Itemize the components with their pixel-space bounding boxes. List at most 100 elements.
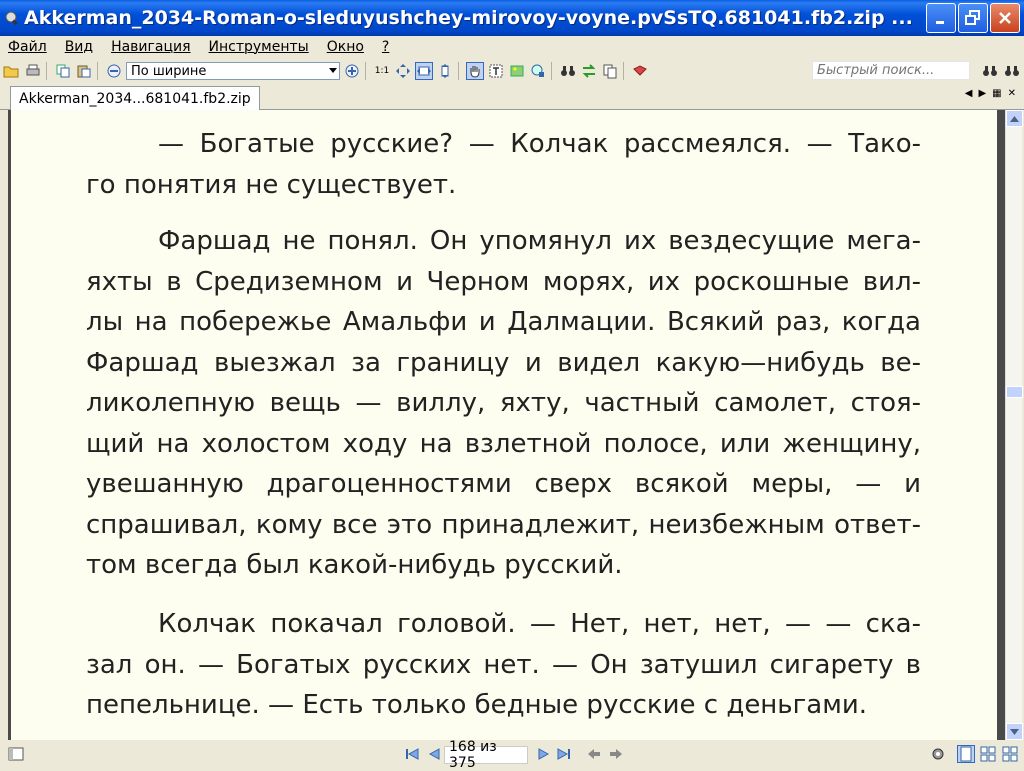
menu-view[interactable]: Вид xyxy=(65,39,93,55)
tab-list-icon[interactable]: ▦ xyxy=(992,88,1001,99)
text-line: увешанную драгоценностями сверх всякой м… xyxy=(86,469,921,499)
tab-controls: ◀ ▶ ▦ ✕ xyxy=(965,88,1016,99)
scroll-down-button[interactable] xyxy=(1006,723,1023,740)
pages-button[interactable] xyxy=(601,62,619,80)
zoom-select[interactable]: По ширине xyxy=(126,62,340,80)
text-line: спрашивал, кому все это принадлежит, неи… xyxy=(86,509,921,540)
document-viewer[interactable]: — Богатые русские? — Колчак рассмеялся. … xyxy=(8,110,1023,740)
zoom-value: По ширине xyxy=(131,63,207,79)
text-line: ликолепную вещь — виллу, яхту, частный с… xyxy=(86,388,921,418)
sidebar-toggle-button[interactable] xyxy=(7,745,25,763)
sidebar-icon xyxy=(8,747,24,761)
copy-button[interactable] xyxy=(54,62,72,80)
page-number-input[interactable]: 168 из 375 xyxy=(444,739,528,771)
history-back-button[interactable] xyxy=(585,745,603,763)
settings-button[interactable] xyxy=(929,745,947,763)
fit-height-icon xyxy=(441,64,449,78)
maximize-button[interactable] xyxy=(958,3,988,33)
arrows-swap-icon xyxy=(582,64,596,78)
chevron-down-icon xyxy=(329,68,337,73)
binoculars-icon xyxy=(561,66,575,76)
scroll-up-button[interactable] xyxy=(1006,110,1023,127)
open-button[interactable] xyxy=(3,62,21,80)
folder-open-icon xyxy=(3,66,19,78)
binoculars-back-icon xyxy=(983,66,997,76)
text-line: Колчак покачал головой. — Нет, нет, нет,… xyxy=(158,609,921,639)
tab-label: Akkerman_2034...681041.fb2.zip xyxy=(19,90,251,107)
last-page-button[interactable] xyxy=(555,745,573,763)
search-next-button[interactable] xyxy=(1003,62,1021,80)
first-page-icon xyxy=(406,748,419,760)
minimize-button[interactable] xyxy=(926,3,956,33)
menu-window[interactable]: Окно xyxy=(327,39,364,55)
scroll-thumb[interactable] xyxy=(1006,386,1023,398)
text-line: зал он. — Богатых русских нет. — Он зату… xyxy=(86,649,921,680)
text-line: Фаршад выезжал за границу и видел какую—… xyxy=(86,347,921,378)
next-page-icon xyxy=(538,748,550,760)
toolbar-separator xyxy=(365,62,366,80)
tab-close-icon[interactable]: ✕ xyxy=(1008,88,1016,99)
menu-navigation[interactable]: Навигация xyxy=(111,39,190,55)
toolbar-separator xyxy=(97,62,98,80)
find-button[interactable] xyxy=(559,62,577,80)
prev-page-icon xyxy=(428,748,440,760)
toolbar-separator xyxy=(46,62,47,80)
continuous-view-button[interactable] xyxy=(1001,745,1019,763)
chevron-up-icon xyxy=(1010,115,1019,122)
tab-document[interactable]: Akkerman_2034...681041.fb2.zip xyxy=(10,86,260,110)
quick-search-input[interactable] xyxy=(812,61,970,80)
app-icon xyxy=(5,11,18,26)
snapshot-button[interactable] xyxy=(529,62,547,80)
tab-bar: Akkerman_2034...681041.fb2.zip ◀ ▶ ▦ ✕ xyxy=(0,84,1024,110)
two-page-icon xyxy=(980,746,996,762)
menu-tools[interactable]: Инструменты xyxy=(209,39,309,55)
text-line: щий на холостом ходу на взлетной полосе,… xyxy=(86,428,921,459)
text-line: лы на побережье Амальфи и Далмации. Всяк… xyxy=(86,307,921,337)
printer-icon xyxy=(26,64,40,76)
toolbar-separator xyxy=(458,62,459,80)
select-text-button[interactable] xyxy=(487,62,505,80)
paste-button[interactable] xyxy=(75,62,93,80)
tab-scroll-left-icon[interactable]: ◀ xyxy=(965,88,973,99)
pages-icon xyxy=(603,64,617,79)
paragraph-1: — Богатые русские? — Колчак рассмеялся. … xyxy=(86,124,921,205)
menu-help[interactable]: ? xyxy=(382,39,389,55)
select-image-button[interactable] xyxy=(508,62,526,80)
text-line: яхты в Средиземном и Черном морях, их ро… xyxy=(86,266,921,297)
two-page-view-button[interactable] xyxy=(979,745,997,763)
history-forward-button[interactable] xyxy=(607,745,625,763)
first-page-button[interactable] xyxy=(403,745,421,763)
zoom-out-button[interactable] xyxy=(105,62,123,80)
close-icon xyxy=(999,12,1011,24)
single-page-view-button[interactable] xyxy=(957,745,975,763)
paragraph-2: Фаршад не понял. Он упомянул их вездесущ… xyxy=(86,221,921,586)
hand-tool-button[interactable] xyxy=(466,62,484,80)
search-prev-button[interactable] xyxy=(981,62,999,80)
zoom-out-icon xyxy=(107,64,121,78)
menu-file[interactable]: Файл xyxy=(8,39,47,55)
restore-icon xyxy=(965,10,980,25)
document-page: — Богатые русские? — Колчак рассмеялся. … xyxy=(11,110,997,740)
tab-scroll-right-icon[interactable]: ▶ xyxy=(978,88,986,99)
text-line: том всегда был какой-нибудь русский. xyxy=(86,550,623,580)
forward-arrow-icon xyxy=(610,749,622,759)
hand-icon xyxy=(470,66,480,78)
fit-height-button[interactable] xyxy=(436,62,454,80)
print-button[interactable] xyxy=(24,62,42,80)
fit-page-button[interactable] xyxy=(394,62,412,80)
title-bar: Akkerman_2034-Roman-o-sleduyushchey-miro… xyxy=(0,0,1024,36)
close-button[interactable] xyxy=(990,3,1020,33)
next-page-button[interactable] xyxy=(535,745,553,763)
prev-page-button[interactable] xyxy=(425,745,443,763)
zoom-in-button[interactable] xyxy=(343,62,361,80)
page-indicator: 168 из 375 xyxy=(449,739,497,771)
bookmark-button[interactable] xyxy=(631,62,649,80)
paragraph-3: Колчак покачал головой. — Нет, нет, нет,… xyxy=(86,604,921,726)
last-page-icon xyxy=(557,748,570,760)
sync-button[interactable] xyxy=(580,62,598,80)
fit-width-button[interactable] xyxy=(415,62,433,80)
binoculars-forward-icon xyxy=(1005,66,1019,76)
vertical-scrollbar[interactable] xyxy=(1005,110,1023,740)
actual-size-button[interactable]: 1:1 xyxy=(373,62,391,80)
text-line: Фаршад не понял. Он упомянул их вездесущ… xyxy=(158,226,921,256)
